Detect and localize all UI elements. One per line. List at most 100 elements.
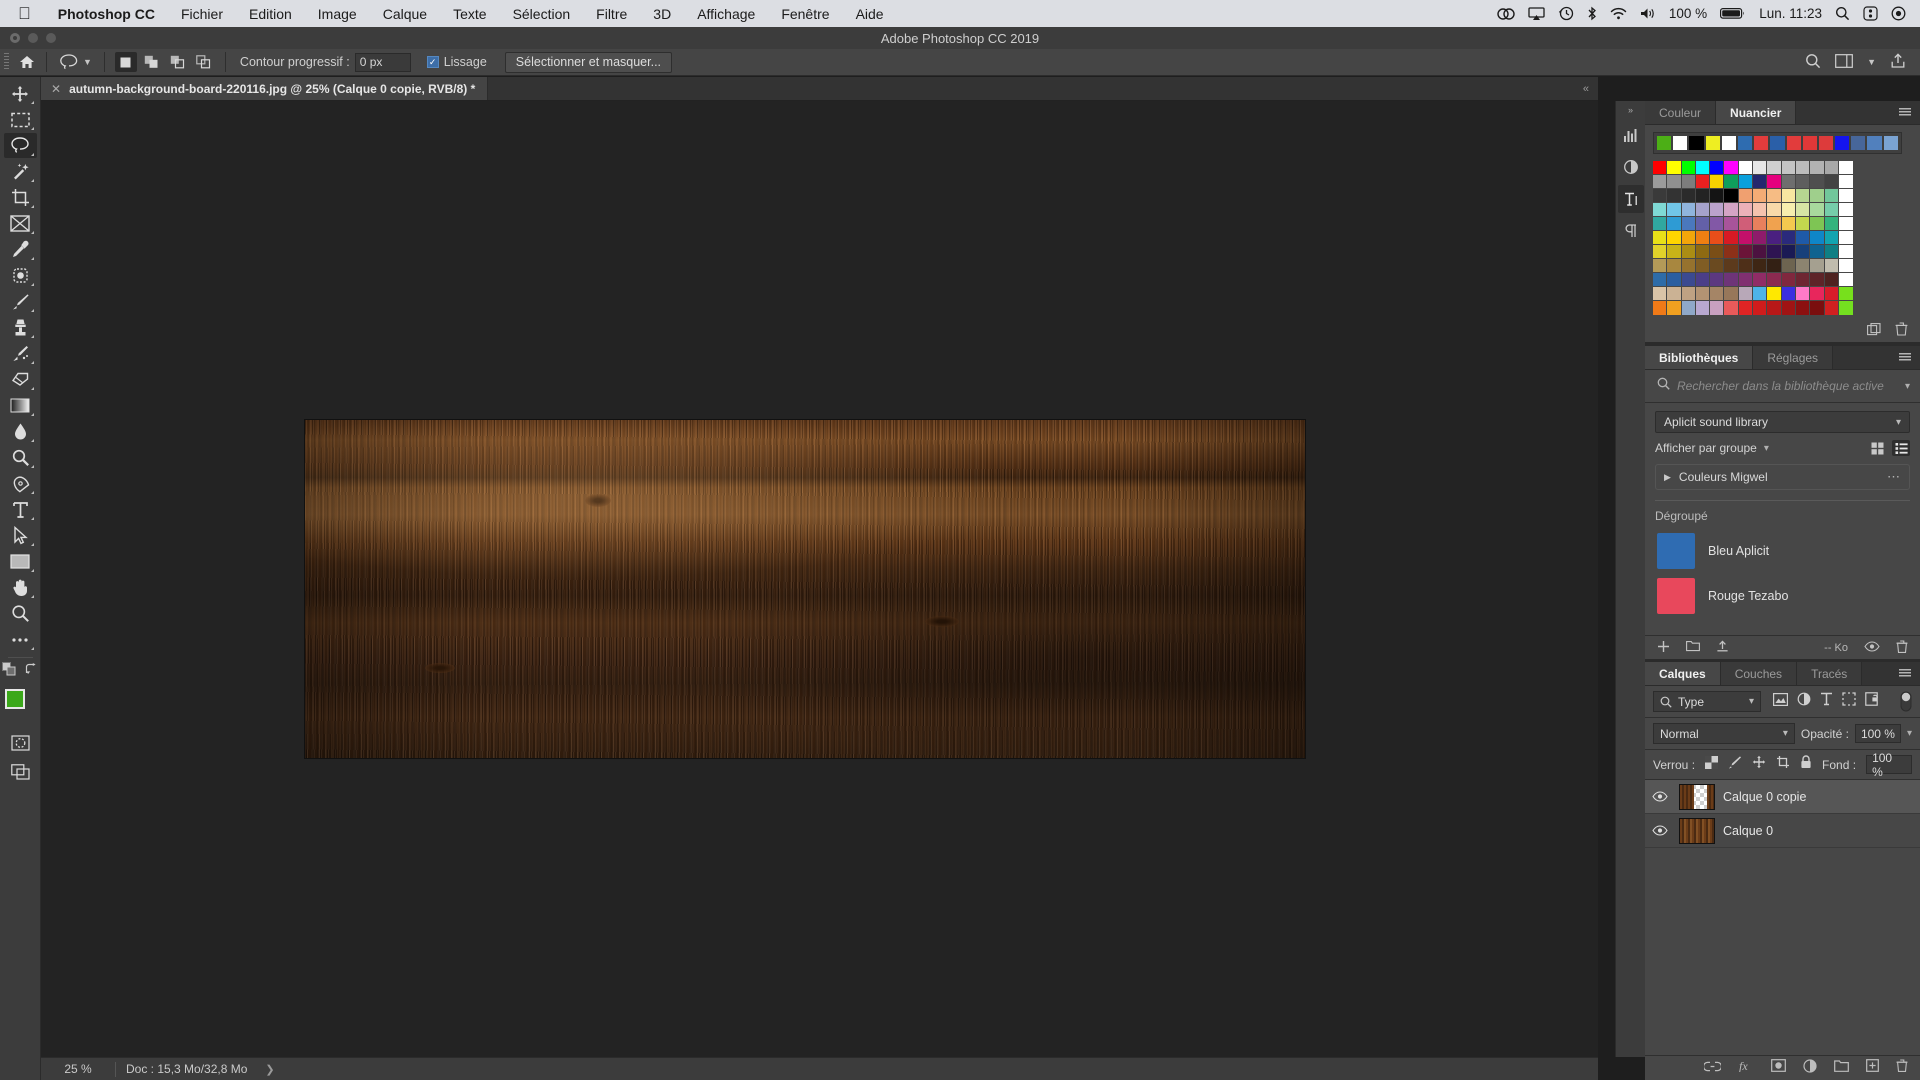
menu-item-calque[interactable]: Calque: [370, 6, 440, 22]
new-group-icon[interactable]: [1834, 1059, 1849, 1077]
swatch[interactable]: [1666, 258, 1683, 274]
swatch[interactable]: [1794, 230, 1812, 246]
new-selection-button[interactable]: [114, 52, 137, 72]
wood-board-image[interactable]: [305, 420, 1305, 758]
rectangular-marquee-tool[interactable]: [4, 107, 37, 132]
swatch[interactable]: [1837, 202, 1855, 218]
swatch[interactable]: [1823, 188, 1840, 204]
swatch[interactable]: [1709, 244, 1726, 260]
adjustments-icon[interactable]: [1618, 153, 1644, 181]
swatch[interactable]: [1723, 160, 1740, 176]
swatch[interactable]: [1723, 188, 1740, 204]
swatch[interactable]: [1794, 286, 1812, 302]
swatch[interactable]: [1737, 188, 1755, 204]
library-group-item[interactable]: ▶ Couleurs Migwel ⋯: [1655, 464, 1910, 490]
swatch[interactable]: [1723, 202, 1740, 218]
swatch[interactable]: [1694, 216, 1712, 232]
collapse-panels-icon[interactable]: »: [1628, 105, 1633, 115]
panel-menu-icon[interactable]: [1890, 101, 1920, 124]
swatch[interactable]: [1723, 286, 1740, 302]
swatch[interactable]: [1823, 230, 1840, 246]
swatch[interactable]: [1709, 286, 1726, 302]
swatch[interactable]: [1809, 174, 1826, 190]
trash-icon[interactable]: [1896, 639, 1908, 656]
swatch[interactable]: [1766, 216, 1783, 232]
swatch[interactable]: [1752, 174, 1769, 190]
lock-transparent-pixels-icon[interactable]: [1705, 755, 1719, 774]
paragraph-icon[interactable]: [1618, 217, 1644, 245]
creative-cloud-icon[interactable]: [1497, 7, 1515, 21]
search-icon[interactable]: [1835, 6, 1850, 21]
recent-swatch[interactable]: [1753, 135, 1770, 151]
swatch[interactable]: [1737, 244, 1755, 260]
lock-artboard-icon[interactable]: [1776, 755, 1790, 774]
swatch[interactable]: [1666, 174, 1683, 190]
delete-layer-icon[interactable]: [1896, 1059, 1908, 1077]
swatch[interactable]: [1837, 188, 1855, 204]
dodge-tool[interactable]: [4, 445, 37, 470]
swatch[interactable]: [1709, 216, 1726, 232]
control-center-icon[interactable]: [1863, 6, 1878, 21]
swatch[interactable]: [1723, 216, 1740, 232]
swatch[interactable]: [1794, 258, 1812, 274]
menu-item-selection[interactable]: Sélection: [500, 6, 584, 22]
add-to-selection-button[interactable]: [141, 52, 163, 72]
upload-icon[interactable]: [1716, 639, 1729, 656]
current-tool-preset[interactable]: ▼: [53, 53, 98, 71]
chevron-down-icon[interactable]: ▾: [1907, 728, 1912, 739]
swatch[interactable]: [1709, 258, 1726, 274]
swatch[interactable]: [1680, 202, 1697, 218]
swatch[interactable]: [1766, 244, 1783, 260]
gradient-tool[interactable]: [4, 393, 37, 418]
adjustment-layer-icon[interactable]: [1803, 1058, 1817, 1078]
search-input[interactable]: Rechercher dans la bibliothèque active: [1677, 379, 1898, 393]
swatch[interactable]: [1752, 244, 1769, 260]
swatch[interactable]: [1809, 244, 1826, 260]
swatch[interactable]: [1752, 216, 1769, 232]
swatch[interactable]: [1837, 300, 1855, 316]
recent-swatch[interactable]: [1882, 135, 1899, 151]
swatch[interactable]: [1809, 300, 1826, 316]
swap-colors-icon[interactable]: [25, 662, 38, 681]
new-layer-icon[interactable]: [1866, 1059, 1879, 1077]
recent-swatch[interactable]: [1720, 135, 1737, 151]
swatch[interactable]: [1752, 272, 1769, 288]
menu-item-fichier[interactable]: Fichier: [168, 6, 236, 22]
panel-menu-icon[interactable]: [1890, 662, 1920, 685]
lock-all-icon[interactable]: [1800, 755, 1812, 774]
swatch[interactable]: [1766, 300, 1783, 316]
swatch[interactable]: [1837, 174, 1855, 190]
swatch[interactable]: [1680, 258, 1697, 274]
lock-image-pixels-icon[interactable]: [1728, 755, 1742, 774]
menu-item-aide[interactable]: Aide: [843, 6, 897, 22]
swatch[interactable]: [1651, 230, 1669, 246]
antialias-checkbox[interactable]: ✓ Lissage: [426, 55, 487, 69]
eye-icon[interactable]: [1649, 825, 1671, 836]
minimize-window-button[interactable]: [28, 33, 38, 43]
swatch[interactable]: [1651, 188, 1669, 204]
default-colors-icon[interactable]: [2, 662, 16, 681]
search-icon[interactable]: [1805, 53, 1821, 72]
quick-mask-icon[interactable]: [4, 730, 37, 755]
wifi-icon[interactable]: [1610, 7, 1627, 20]
swatch[interactable]: [1794, 202, 1812, 218]
clock[interactable]: Lun. 11:23: [1759, 6, 1822, 21]
spot-healing-brush-tool[interactable]: [4, 263, 37, 288]
swatch[interactable]: [1709, 272, 1726, 288]
list-item[interactable]: Rouge Tezabo: [1655, 574, 1910, 619]
subtract-from-selection-button[interactable]: [167, 52, 189, 72]
tab-couches[interactable]: Couches: [1720, 662, 1798, 685]
filter-toggle[interactable]: [1900, 691, 1912, 712]
canvas-area[interactable]: [41, 101, 1598, 1057]
crop-tool[interactable]: [4, 185, 37, 210]
swatch[interactable]: [1780, 258, 1797, 274]
path-selection-tool[interactable]: [4, 523, 37, 548]
menu-item-fenetre[interactable]: Fenêtre: [768, 6, 842, 22]
swatch[interactable]: [1651, 258, 1669, 274]
swatch[interactable]: [1694, 286, 1712, 302]
swatch[interactable]: [1651, 286, 1669, 302]
lock-position-icon[interactable]: [1752, 755, 1766, 774]
swatch[interactable]: [1666, 230, 1683, 246]
swatch[interactable]: [1694, 202, 1712, 218]
list-item[interactable]: Bleu Aplicit: [1655, 529, 1910, 574]
